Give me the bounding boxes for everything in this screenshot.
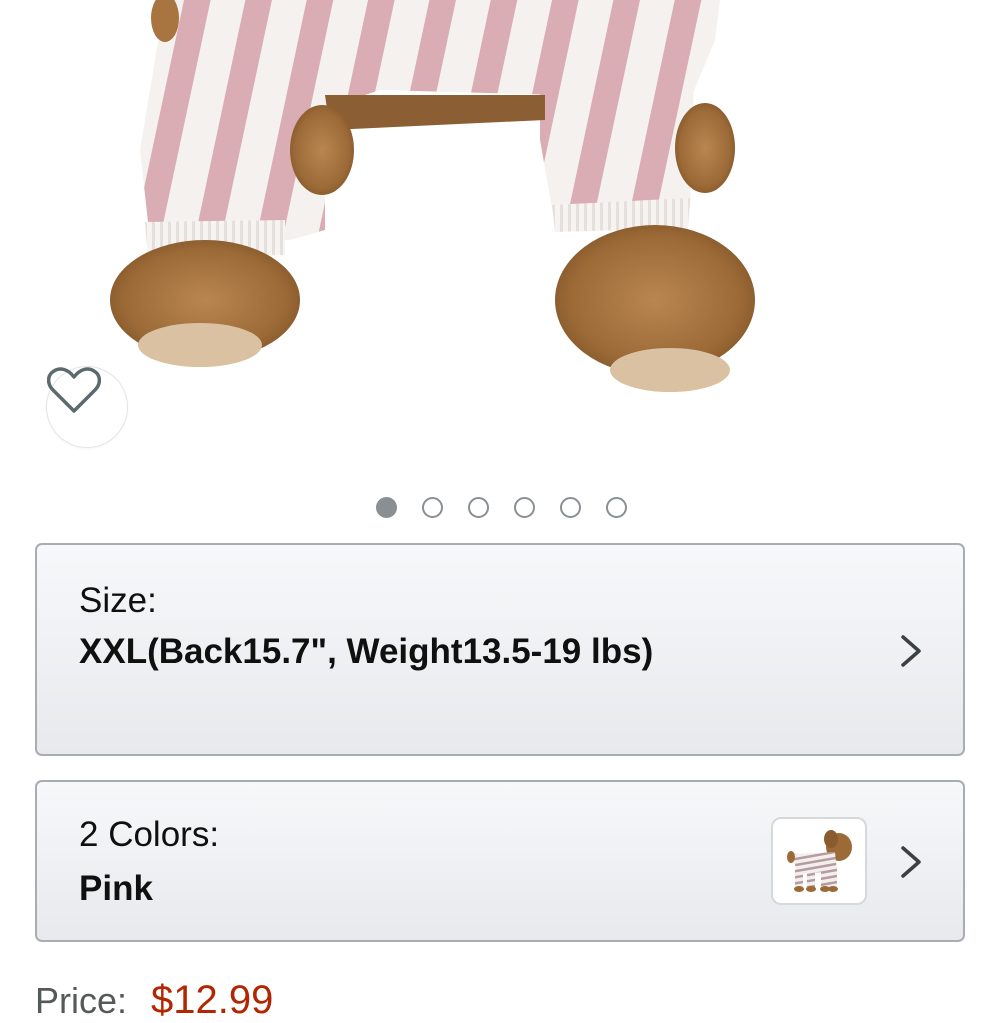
- dog-thumbnail-image: [787, 830, 852, 892]
- product-image[interactable]: [0, 0, 1000, 480]
- pager-dot-1[interactable]: [375, 497, 397, 518]
- color-value: Pink: [79, 869, 153, 908]
- pager-dot-4[interactable]: [513, 497, 535, 518]
- price-row: Price: $12.99: [35, 978, 273, 1023]
- price-label: Price:: [35, 980, 128, 1021]
- size-value: XXL(Back15.7", Weight13.5-19 lbs): [79, 632, 654, 671]
- heart-outline-icon: [47, 367, 101, 413]
- favorite-button[interactable]: [47, 367, 127, 447]
- pager-dot-3[interactable]: [467, 497, 489, 518]
- chevron-right-icon: [901, 846, 921, 878]
- color-selector[interactable]: 2 Colors: Pink: [35, 780, 965, 942]
- size-label: Size:: [79, 581, 157, 620]
- price-value: $12.99: [151, 978, 274, 1022]
- product-photo-dog-pajamas: [110, 0, 755, 392]
- pager-dot-2[interactable]: [421, 497, 443, 518]
- chevron-right-icon: [901, 635, 921, 667]
- color-label: 2 Colors:: [79, 815, 220, 854]
- pager-dot-6[interactable]: [605, 497, 627, 518]
- pager-dot-5[interactable]: [559, 497, 581, 518]
- image-pager: [0, 497, 1000, 523]
- color-swatch-thumbnail[interactable]: [771, 817, 867, 905]
- size-selector[interactable]: Size: XXL(Back15.7", Weight13.5-19 lbs): [35, 543, 965, 756]
